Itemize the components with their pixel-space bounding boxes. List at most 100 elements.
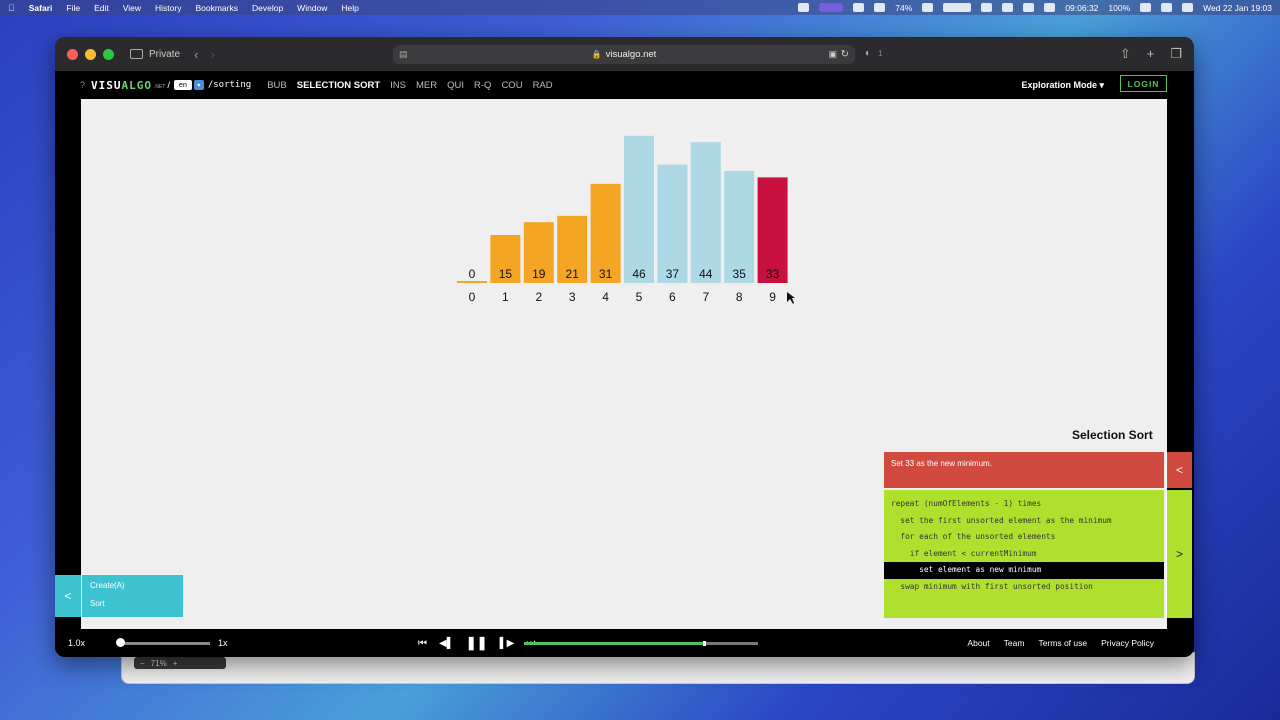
new-tab-icon[interactable]: + <box>1147 46 1155 62</box>
status-app-icon[interactable] <box>853 3 865 12</box>
menu-help[interactable]: Help <box>341 3 358 13</box>
mouse-cursor-icon <box>787 292 795 304</box>
menu-develop[interactable]: Develop <box>252 3 283 13</box>
check-icon[interactable] <box>874 3 886 12</box>
zoom-in-icon: + <box>172 658 178 668</box>
page-slug: /sorting <box>207 80 252 90</box>
translate-icon[interactable]: ▣ <box>828 49 837 60</box>
display-icon[interactable] <box>1023 3 1035 12</box>
tab-counting-sort[interactable]: COU <box>501 80 522 91</box>
sync-icon[interactable] <box>1002 3 1014 12</box>
animation-progress-bar[interactable] <box>524 641 758 646</box>
control-center-icon[interactable] <box>1182 3 1194 12</box>
status-app-icon[interactable] <box>922 3 934 12</box>
forward-icon[interactable]: › <box>210 47 214 62</box>
privacy-shield-icon[interactable]: ◐ <box>865 48 871 59</box>
code-toggle-button[interactable]: > <box>1166 490 1192 618</box>
bar-index-label: 9 <box>769 290 776 304</box>
menu-bookmarks[interactable]: Bookmarks <box>195 3 238 13</box>
share-icon[interactable]: ⇧ <box>1120 46 1131 62</box>
menu-safari[interactable]: Safari <box>29 3 53 13</box>
visualgo-navbar: ? VISUALGO .NET / en ▾ /sorting BUB SELE… <box>55 71 1194 99</box>
close-window-button[interactable] <box>67 48 78 60</box>
tab-overview-icon[interactable]: ❐ <box>1170 46 1182 62</box>
visualgo-logo[interactable]: VISUALGO <box>91 79 152 92</box>
go-to-start-icon[interactable]: ⏮ <box>418 638 427 649</box>
algorithm-title: Selection Sort <box>1072 428 1153 442</box>
action-create[interactable]: Create(A) <box>90 581 175 590</box>
apple-menu[interactable]:  <box>8 3 15 13</box>
bar-index-label: 3 <box>569 290 576 304</box>
macos-menubar:  Safari File Edit View History Bookmark… <box>0 0 1280 15</box>
logo-net-suffix: .NET <box>154 84 166 90</box>
slash-separator: / <box>167 79 171 91</box>
speed-slider-handle[interactable] <box>116 638 125 647</box>
tab-bubble-sort[interactable]: BUB <box>267 80 287 91</box>
back-icon[interactable]: ‹ <box>194 47 198 62</box>
speed-slider[interactable] <box>120 642 210 645</box>
bar-value-label: 44 <box>699 267 713 281</box>
link-team[interactable]: Team <box>1004 638 1025 648</box>
menu-window[interactable]: Window <box>297 3 327 13</box>
bar-index-label: 6 <box>669 290 676 304</box>
progress-handle[interactable] <box>703 641 707 646</box>
zoom-window-button[interactable] <box>103 48 114 60</box>
search-icon[interactable] <box>1161 3 1173 12</box>
reload-icon[interactable]: ↻ <box>841 49 849 60</box>
link-about[interactable]: About <box>967 638 989 648</box>
code-line: if element < currentMinimum <box>891 548 1037 558</box>
code-line: set element as new minimum <box>884 562 1164 579</box>
menubar-datetime[interactable]: Wed 22 Jan 19:03 <box>1203 3 1272 13</box>
sidebar-icon[interactable] <box>130 49 143 59</box>
help-icon[interactable]: ? <box>80 80 85 90</box>
bar-value-label: 33 <box>766 267 780 281</box>
mode-selector[interactable]: Exploration Mode ▾ <box>1021 80 1104 91</box>
bar-index-label: 7 <box>702 290 709 304</box>
code-line: repeat (numOfElements - 1) times <box>891 499 1042 508</box>
window-controls <box>67 48 114 60</box>
menu-file[interactable]: File <box>66 3 80 13</box>
address-bar[interactable]: ▤ 🔒 visualgo.net ▣ ↻ <box>393 45 855 64</box>
menu-history[interactable]: History <box>155 3 181 13</box>
bar-value-label: 15 <box>499 267 513 281</box>
keyboard-icon[interactable] <box>943 3 972 12</box>
zoom-level: 71% <box>150 658 167 668</box>
status-toggle-button[interactable]: < <box>1166 452 1192 488</box>
tab-selection-sort[interactable]: SELECTION SORT <box>297 80 380 91</box>
pause-icon[interactable]: ❚❚ <box>466 635 488 651</box>
link-terms[interactable]: Terms of use <box>1038 638 1087 648</box>
action-sort[interactable]: Sort <box>90 599 175 608</box>
tab-insertion-sort[interactable]: INS <box>390 80 406 91</box>
bar-value-label: 31 <box>599 267 613 281</box>
language-dropdown-icon[interactable]: ▾ <box>193 80 204 90</box>
menu-edit[interactable]: Edit <box>94 3 109 13</box>
brightness-icon[interactable] <box>981 3 993 12</box>
minimize-window-button[interactable] <box>85 48 96 60</box>
bar-index-label: 5 <box>636 290 643 304</box>
actions-menu: Create(A) Sort <box>82 575 183 617</box>
clock-readout[interactable]: 09:06:32 <box>1065 3 1098 13</box>
actions-toggle-button[interactable]: < <box>55 575 81 617</box>
wifi-icon[interactable] <box>1140 3 1152 12</box>
login-button[interactable]: LOGIN <box>1120 75 1167 92</box>
input-source-icon[interactable] <box>1044 3 1056 12</box>
lock-icon: 🔒 <box>591 50 602 59</box>
battery-percent[interactable]: 100% <box>1108 3 1130 13</box>
tab-quick-sort[interactable]: QUI <box>447 80 464 91</box>
tab-merge-sort[interactable]: MER <box>416 80 437 91</box>
status-app-icon[interactable] <box>798 3 810 12</box>
language-selector[interactable]: en <box>174 80 192 90</box>
tab-random-quick-sort[interactable]: R-Q <box>474 80 491 91</box>
link-privacy[interactable]: Privacy Policy <box>1101 638 1154 648</box>
media-controls: 1.0x 1x ⏮ ◀▌ ❚❚ ▌▶ ⏭ About Team Terms of… <box>55 629 1194 657</box>
code-line: set the first unsorted element as the mi… <box>891 515 1112 525</box>
menu-view[interactable]: View <box>123 3 141 13</box>
speed-label: 1.0x <box>68 638 86 648</box>
screen-record-icon[interactable] <box>819 3 844 12</box>
step-forward-icon[interactable]: ▌▶ <box>500 638 515 649</box>
cpu-percent[interactable]: 74% <box>895 3 912 13</box>
page-menu-icon[interactable]: ▤ <box>399 49 408 60</box>
step-back-icon[interactable]: ◀▌ <box>439 638 454 649</box>
status-message: Set 33 as the new minimum. <box>884 452 1164 488</box>
tab-radix-sort[interactable]: RAD <box>533 80 553 91</box>
